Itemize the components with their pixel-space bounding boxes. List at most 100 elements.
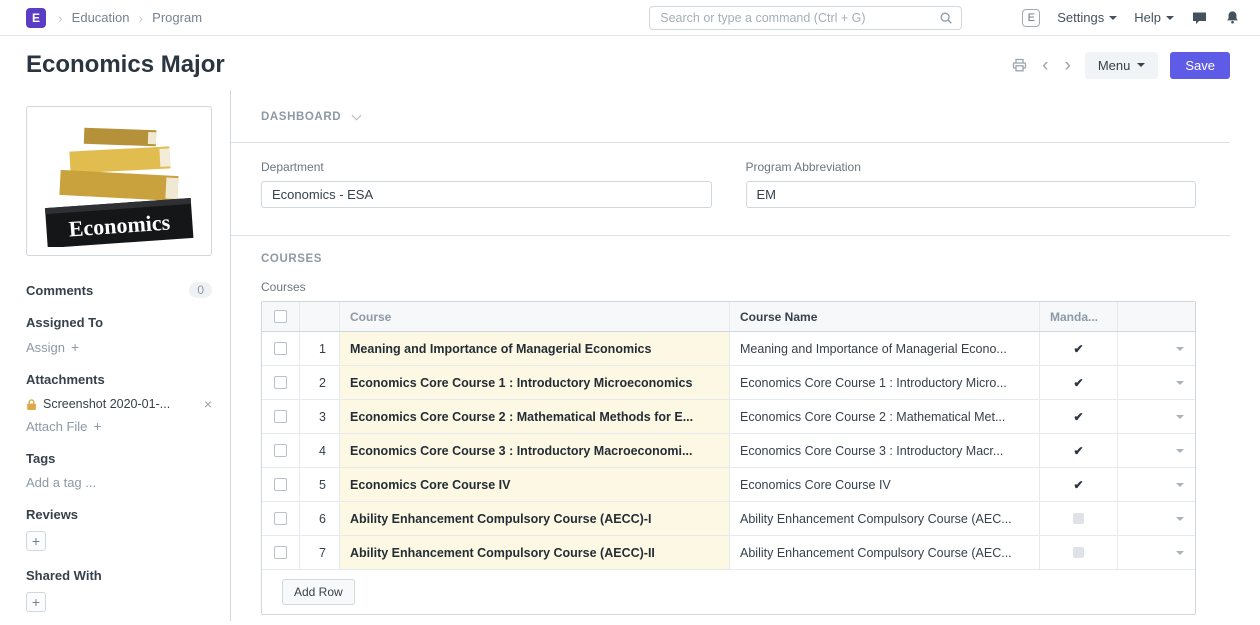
search-icon [939,11,953,25]
mandatory-cell[interactable] [1040,502,1118,535]
course-cell[interactable]: Economics Core Course 1 : Introductory M… [340,366,730,399]
select-all-checkbox[interactable] [274,310,287,323]
menu-button[interactable]: Menu [1085,52,1159,79]
notifications-bell-icon[interactable] [1225,10,1240,25]
attach-file-button[interactable]: Attach File + [26,418,212,434]
row-checkbox[interactable] [274,410,287,423]
dashboard-section-toggle[interactable]: DASHBOARD [231,90,1230,143]
sidebar-shared-with: Shared With + [26,568,212,612]
expand-row-button[interactable] [1118,468,1195,501]
previous-record-button[interactable]: ‹ [1040,56,1050,75]
attachment-file-link[interactable]: Screenshot 2020-01-... [43,397,198,411]
mandatory-cell[interactable] [1040,536,1118,569]
course-name-cell[interactable]: Economics Core Course IV [730,468,1040,501]
row-checkbox[interactable] [274,546,287,559]
row-index: 5 [300,468,340,501]
row-checkbox[interactable] [274,376,287,389]
mandatory-checkbox[interactable]: ✔ [1073,410,1083,424]
content-area: Economics Comments 0 Assigned To Assign … [0,90,1260,621]
course-cell[interactable]: Meaning and Importance of Managerial Eco… [340,332,730,365]
department-label: Department [261,160,712,174]
department-input[interactable] [261,181,712,208]
mandatory-checkbox[interactable] [1073,547,1084,558]
app-logo[interactable]: E [26,8,46,28]
remove-attachment-icon[interactable]: × [204,396,212,412]
chevron-down-icon [1109,16,1117,20]
row-checkbox[interactable] [274,478,287,491]
course-cell[interactable]: Economics Core Course 2 : Mathematical M… [340,400,730,433]
course-name-cell[interactable]: Ability Enhancement Compulsory Course (A… [730,502,1040,535]
settings-menu[interactable]: Settings [1057,10,1117,25]
sidebar-assigned-to: Assigned To Assign + [26,315,212,355]
mandatory-checkbox[interactable]: ✔ [1073,376,1083,390]
course-name-cell[interactable]: Ability Enhancement Compulsory Course (A… [730,536,1040,569]
top-navbar: E › Education › Program E Settings Help [0,0,1260,36]
add-review-button[interactable]: + [26,531,46,551]
help-menu[interactable]: Help [1134,10,1174,25]
economics-books-image: Economics [38,115,200,247]
mandatory-cell[interactable]: ✔ [1040,434,1118,467]
chevron-down-icon [1176,381,1184,385]
chat-icon[interactable] [1191,10,1208,26]
user-avatar[interactable]: E [1022,9,1040,27]
expand-row-button[interactable] [1118,502,1195,535]
program-abbreviation-label: Program Abbreviation [746,160,1197,174]
chevron-down-icon [1137,63,1145,67]
row-checkbox[interactable] [274,444,287,457]
expand-row-button[interactable] [1118,536,1195,569]
chevron-down-icon [1176,517,1184,521]
expand-row-button[interactable] [1118,434,1195,467]
table-row: 3 Economics Core Course 2 : Mathematical… [262,400,1195,434]
courses-section-label: COURSES [261,253,322,265]
mandatory-checkbox[interactable] [1073,513,1084,524]
expand-row-button[interactable] [1118,366,1195,399]
next-record-button[interactable]: › [1063,56,1073,75]
row-index: 7 [300,536,340,569]
row-index: 3 [300,400,340,433]
breadcrumb-education[interactable]: Education [72,10,130,25]
course-cell[interactable]: Economics Core Course 3 : Introductory M… [340,434,730,467]
course-name-cell[interactable]: Economics Core Course 2 : Mathematical M… [730,400,1040,433]
search-input[interactable] [658,10,939,26]
expand-row-button[interactable] [1118,400,1195,433]
row-index: 2 [300,366,340,399]
mandatory-checkbox[interactable]: ✔ [1073,444,1083,458]
chevron-down-icon [1166,16,1174,20]
mandatory-cell[interactable]: ✔ [1040,366,1118,399]
course-cell[interactable]: Economics Core Course IV [340,468,730,501]
details-section: Department Program Abbreviation [231,143,1230,236]
add-share-button[interactable]: + [26,592,46,612]
course-name-cell[interactable]: Meaning and Importance of Managerial Eco… [730,332,1040,365]
breadcrumb-program[interactable]: Program [152,10,202,25]
print-button[interactable] [1011,57,1028,73]
attachments-label: Attachments [26,372,212,387]
courses-field-label: Courses [261,280,1196,294]
course-name-cell[interactable]: Economics Core Course 3 : Introductory M… [730,434,1040,467]
course-cell[interactable]: Ability Enhancement Compulsory Course (A… [340,502,730,535]
table-row: 4 Economics Core Course 3 : Introductory… [262,434,1195,468]
course-name-cell[interactable]: Economics Core Course 1 : Introductory M… [730,366,1040,399]
courses-section: COURSES Courses Course Course Name Manda… [231,236,1230,621]
course-cell[interactable]: Ability Enhancement Compulsory Course (A… [340,536,730,569]
sidebar-comments[interactable]: Comments 0 [26,282,212,298]
dashboard-section-label: DASHBOARD [261,111,341,123]
add-row-button[interactable]: Add Row [282,579,355,605]
mandatory-cell[interactable]: ✔ [1040,468,1118,501]
sidebar-attachments: Attachments Screenshot 2020-01-... × Att… [26,372,212,434]
attachment-item: Screenshot 2020-01-... × [26,396,212,412]
sidebar-reviews: Reviews + [26,507,212,551]
settings-label: Settings [1057,10,1104,25]
assign-button[interactable]: Assign + [26,339,212,355]
expand-row-button[interactable] [1118,332,1195,365]
help-label: Help [1134,10,1161,25]
add-tag-input[interactable]: Add a tag ... [26,475,212,490]
save-button[interactable]: Save [1170,52,1230,79]
chevron-down-icon [1176,483,1184,487]
mandatory-cell[interactable]: ✔ [1040,332,1118,365]
row-checkbox[interactable] [274,512,287,525]
mandatory-checkbox[interactable]: ✔ [1073,478,1083,492]
mandatory-cell[interactable]: ✔ [1040,400,1118,433]
mandatory-checkbox[interactable]: ✔ [1073,342,1083,356]
row-checkbox[interactable] [274,342,287,355]
program-abbreviation-input[interactable] [746,181,1197,208]
